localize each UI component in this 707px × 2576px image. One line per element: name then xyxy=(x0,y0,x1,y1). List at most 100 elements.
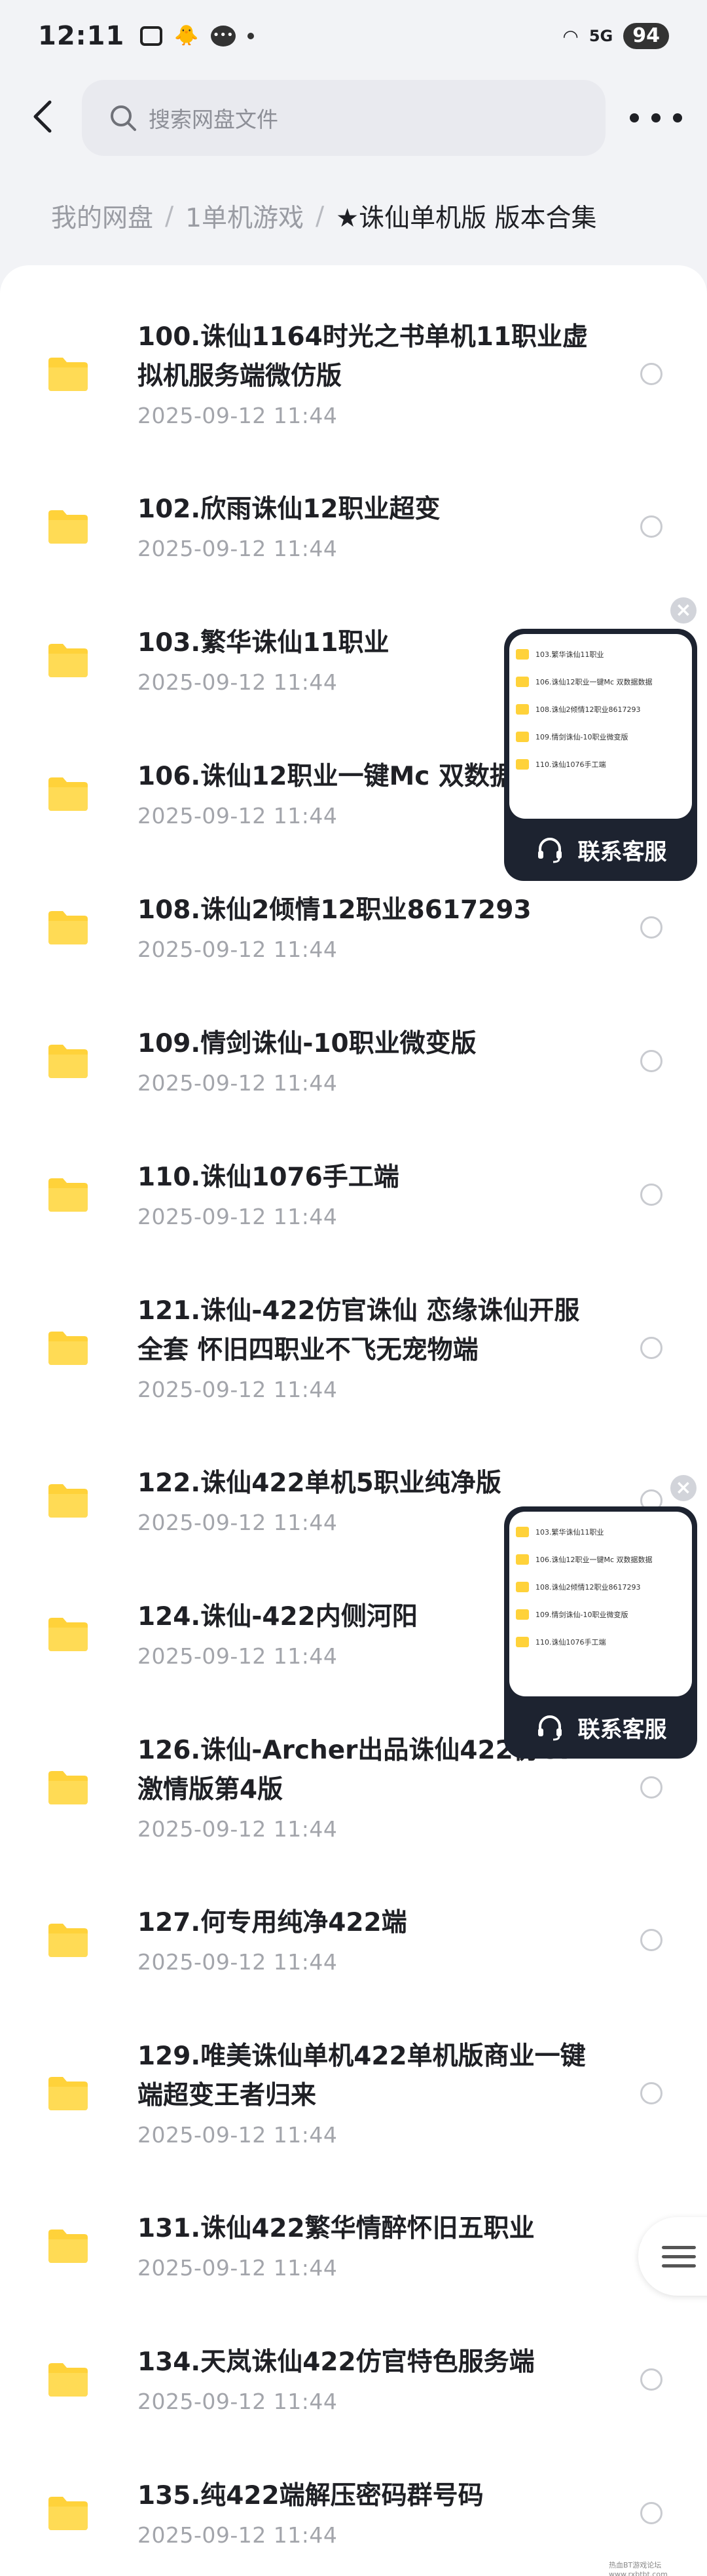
file-name: 110.诛仙1076手工端 xyxy=(137,1163,399,1192)
preview-row-label: 108.诛仙2倾情12职业8617293 xyxy=(535,705,641,714)
file-name: 129.唯美诛仙单机422单机版商业一键端超变王者归来 xyxy=(137,2042,586,2110)
preview-row-label: 109.情剑诛仙-10职业微变版 xyxy=(535,1611,628,1619)
select-checkbox[interactable] xyxy=(640,916,662,939)
file-name: 127.何专用纯净422端 xyxy=(137,1908,407,1937)
signal-icon: 5G xyxy=(589,27,613,45)
file-row[interactable]: 135.纯422端解压密码群号码 2025-09-12 11:44 xyxy=(0,2470,707,2576)
screenshot-icon xyxy=(140,26,163,46)
file-row[interactable]: 134.天岚诛仙422仿官特色服务端 2025-09-12 11:44 xyxy=(0,2336,707,2461)
search-placeholder: 搜索网盘文件 xyxy=(149,107,278,132)
notification-icons: 🐥 ••• xyxy=(140,26,254,47)
search-input[interactable]: 搜索网盘文件 xyxy=(82,80,606,156)
folder-icon xyxy=(48,1332,88,1365)
file-date: 2025-09-12 11:44 xyxy=(137,937,338,962)
file-name: 131.诛仙422繁华情醉怀旧五职业 xyxy=(137,2214,535,2243)
file-name: 122.诛仙422单机5职业纯净版 xyxy=(137,1468,501,1498)
preview-row-label: 106.诛仙12职业一键Mc 双数据数据 xyxy=(535,678,653,686)
widget-preview: 103.繁华诛仙11职业 106.诛仙12职业一键Mc 双数据数据 108.诛仙2倾… xyxy=(509,634,692,819)
preview-row-label: 103.繁华诛仙11职业 xyxy=(535,650,604,659)
preview-row-label: 109.情剑诛仙-10职业微变版 xyxy=(535,733,628,741)
file-row[interactable]: 121.诛仙-422仿官诛仙 恋缘诛仙开服全套 怀旧四职业不飞无宠物端 2025-… xyxy=(0,1285,707,1449)
dot-icon xyxy=(630,113,639,122)
breadcrumb: 我的网盘 / 1单机游戏 / ★诛仙单机版 版本合集 xyxy=(51,196,597,236)
preview-row: 106.诛仙12职业一键Mc 双数据数据 xyxy=(516,669,685,694)
select-checkbox[interactable] xyxy=(640,2368,662,2391)
status-bar: 12:11 🐥 ••• ◠ 5G 94 xyxy=(0,0,707,72)
file-name: 108.诛仙2倾情12职业8617293 xyxy=(137,895,532,925)
select-checkbox[interactable] xyxy=(640,515,662,538)
file-row[interactable]: 108.诛仙2倾情12职业8617293 2025-09-12 11:44 xyxy=(0,884,707,1009)
file-date: 2025-09-12 11:44 xyxy=(137,669,338,695)
file-row[interactable]: 127.何专用纯净422端 2025-09-12 11:44 xyxy=(0,1897,707,2021)
file-date: 2025-09-12 11:44 xyxy=(137,2389,338,2414)
file-date: 2025-09-12 11:44 xyxy=(137,803,338,829)
more-notifications-dot-icon xyxy=(247,33,254,39)
file-row[interactable]: 100.诛仙1164时光之书单机11职业虚拟机服务端微仿版 2025-09-12 … xyxy=(0,311,707,475)
select-checkbox[interactable] xyxy=(640,1337,662,1359)
file-row[interactable]: 129.唯美诛仙单机422单机版商业一键端超变王者归来 2025-09-12 11… xyxy=(0,2030,707,2194)
folder-icon xyxy=(48,2497,88,2530)
select-checkbox[interactable] xyxy=(640,363,662,385)
status-time: 12:11 xyxy=(38,21,125,51)
file-date: 2025-09-12 11:44 xyxy=(137,2522,338,2548)
select-checkbox[interactable] xyxy=(640,2082,662,2104)
preview-row-label: 108.诛仙2倾情12职业8617293 xyxy=(535,1583,641,1592)
folder-icon xyxy=(516,759,529,770)
file-date: 2025-09-12 11:44 xyxy=(137,1510,338,1535)
file-date: 2025-09-12 11:44 xyxy=(137,1070,338,1096)
headset-icon xyxy=(537,837,562,863)
back-button[interactable] xyxy=(25,97,64,136)
file-row[interactable]: 110.诛仙1076手工端 2025-09-12 11:44 xyxy=(0,1151,707,1276)
preview-row: 109.情剑诛仙-10职业微变版 xyxy=(516,724,685,749)
wifi-icon: ◠ xyxy=(562,25,579,47)
folder-icon xyxy=(48,777,88,811)
breadcrumb-item-single-games[interactable]: 1单机游戏 xyxy=(185,198,304,234)
file-name: 100.诛仙1164时光之书单机11职业虚拟机服务端微仿版 xyxy=(137,322,589,391)
file-date: 2025-09-12 11:44 xyxy=(137,403,338,428)
file-date: 2025-09-12 11:44 xyxy=(137,536,338,561)
breadcrumb-current: ★诛仙单机版 版本合集 xyxy=(336,204,597,233)
breadcrumb-item-my-drive[interactable]: 我的网盘 xyxy=(51,198,153,234)
file-date: 2025-09-12 11:44 xyxy=(137,2122,338,2148)
breadcrumb-separator: / xyxy=(165,201,174,231)
more-options-button[interactable] xyxy=(630,106,682,130)
customer-service-widget[interactable]: × 103.繁华诛仙11职业 106.诛仙12职业一键Mc 双数据数据 108.诛仙… xyxy=(504,597,697,881)
folder-icon xyxy=(48,1618,88,1651)
file-name: 121.诛仙-422仿官诛仙 恋缘诛仙开服全套 怀旧四职业不飞无宠物端 xyxy=(137,1296,580,1365)
file-date: 2025-09-12 11:44 xyxy=(137,1643,338,1669)
folder-icon xyxy=(516,704,529,715)
folder-icon xyxy=(516,732,529,742)
preview-row-label: 106.诛仙12职业一键Mc 双数据数据 xyxy=(535,1556,653,1564)
widget-preview: 103.繁华诛仙11职业 106.诛仙12职业一键Mc 双数据数据 108.诛仙2倾… xyxy=(509,1512,692,1696)
contact-service-button[interactable]: 联系客服 xyxy=(504,819,697,881)
message-icon: ••• xyxy=(210,26,236,47)
file-row[interactable]: 102.欣雨诛仙12职业超变 2025-09-12 11:44 xyxy=(0,483,707,608)
file-row[interactable]: 109.情剑诛仙-10职业微变版 2025-09-12 11:44 xyxy=(0,1018,707,1142)
headset-icon xyxy=(537,1715,562,1740)
select-checkbox[interactable] xyxy=(640,1929,662,1951)
close-widget-button[interactable]: × xyxy=(670,1475,697,1501)
file-row[interactable]: 131.诛仙422繁华情醉怀旧五职业 2025-09-12 11:44 xyxy=(0,2203,707,2327)
folder-icon xyxy=(48,1484,88,1518)
select-checkbox[interactable] xyxy=(640,1050,662,1072)
folder-icon xyxy=(516,1554,529,1565)
select-checkbox[interactable] xyxy=(640,2502,662,2524)
preview-row: 109.情剑诛仙-10职业微变版 xyxy=(516,1602,685,1627)
folder-icon xyxy=(48,644,88,677)
file-name: 102.欣雨诛仙12职业超变 xyxy=(137,495,441,524)
dot-icon xyxy=(651,113,661,122)
search-icon xyxy=(111,105,136,131)
preview-row-label: 110.诛仙1076手工端 xyxy=(535,760,606,769)
folder-icon xyxy=(516,1609,529,1620)
folder-icon xyxy=(48,1178,88,1212)
select-checkbox[interactable] xyxy=(640,1776,662,1799)
close-widget-button[interactable]: × xyxy=(670,597,697,624)
contact-service-button[interactable]: 联系客服 xyxy=(504,1696,697,1759)
file-date: 2025-09-12 11:44 xyxy=(137,1204,338,1229)
select-checkbox[interactable] xyxy=(640,1184,662,1206)
customer-service-widget[interactable]: × 103.繁华诛仙11职业 106.诛仙12职业一键Mc 双数据数据 108.诛仙… xyxy=(504,1475,697,1759)
preview-row-label: 103.繁华诛仙11职业 xyxy=(535,1528,604,1537)
folder-icon xyxy=(48,1045,88,1078)
folder-icon xyxy=(48,911,88,944)
folder-icon xyxy=(516,649,529,660)
